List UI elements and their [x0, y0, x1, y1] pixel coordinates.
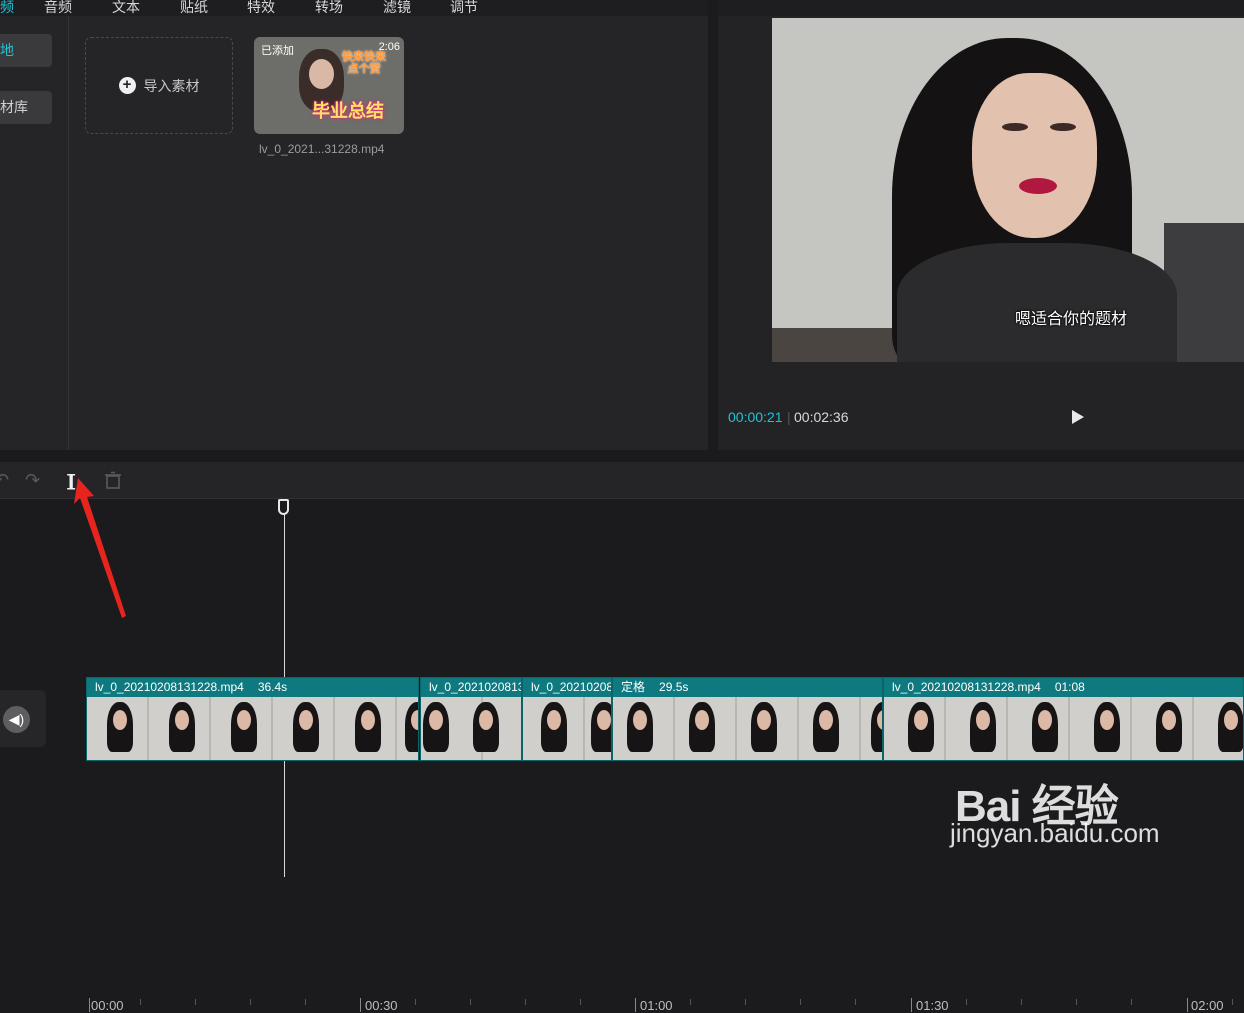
speaker-icon[interactable]: ◀)	[3, 706, 30, 733]
tab-stickers[interactable]: 贴纸	[180, 0, 208, 17]
tab-effects[interactable]: 特效	[247, 0, 275, 17]
ruler-label: 00:00	[91, 998, 124, 1013]
timeline-clip[interactable]: lv_0_2021020813	[420, 677, 522, 761]
clip-frames	[523, 697, 611, 760]
thumbnail-caption-title: 毕业总结	[312, 101, 384, 121]
tab-transitions[interactable]: 转场	[315, 0, 343, 17]
ruler-label: 00:30	[365, 998, 398, 1013]
clip-duration: 36.4s	[257, 680, 288, 694]
import-label: 导入素材	[143, 77, 200, 94]
clip-name: 定格	[621, 680, 646, 694]
player-header	[718, 0, 1244, 17]
tab-video[interactable]: 频	[0, 0, 14, 17]
person-face	[972, 73, 1097, 238]
sidebar-item-library[interactable]: 材库	[0, 91, 52, 124]
clip-frames	[87, 697, 418, 760]
redo-icon[interactable]: ↷	[25, 470, 40, 491]
timeline-toolbar	[0, 462, 1244, 499]
clip-name: lv_0_20210208	[531, 680, 612, 694]
media-file-name: lv_0_2021...31228.mp4	[259, 142, 385, 156]
clip-name: lv_0_20210208131228.mp4	[892, 680, 1041, 694]
plus-icon: +	[118, 77, 136, 94]
added-badge: 已添加	[261, 45, 294, 57]
tab-adjust[interactable]: 调节	[450, 0, 478, 17]
clip-frames	[613, 697, 882, 760]
clip-duration: 29.5s	[659, 680, 689, 694]
undo-icon[interactable]: ↶	[0, 470, 9, 491]
thumbnail-duration: 2:06	[378, 41, 400, 53]
clip-duration: 01:08	[1054, 680, 1085, 694]
play-icon[interactable]	[1072, 410, 1084, 424]
timeline-ruler[interactable]: 00:00 00:30 01:00 01:30 02:00	[0, 498, 1244, 1013]
timeline-clip[interactable]: 定格 29.5s	[612, 677, 883, 761]
person-body	[897, 243, 1177, 362]
watermark-url: jingyan.baidu.com	[950, 818, 1160, 848]
clip-frames	[884, 697, 1243, 760]
media-sidebar: 地 材库	[0, 16, 69, 450]
current-time: 00:00:21	[728, 409, 783, 425]
clip-name: lv_0_2021020813	[429, 680, 522, 694]
sidebar-item-local[interactable]: 地	[0, 34, 52, 67]
thumbnail-caption-top: 快来快来 点个赞	[342, 51, 386, 75]
timeline-clip[interactable]: lv_0_20210208	[522, 677, 612, 761]
ruler-label: 02:00	[1191, 998, 1224, 1013]
video-subtitle: 嗯适合你的题材	[1015, 311, 1128, 328]
tab-audio[interactable]: 音频	[44, 0, 72, 17]
timeline-clip[interactable]: lv_0_20210208131228.mp4 36.4s	[86, 677, 419, 761]
import-media-button[interactable]: + 导入素材	[85, 37, 233, 134]
annotation-arrow	[74, 478, 126, 618]
ruler-label: 01:30	[916, 998, 949, 1013]
tab-text[interactable]: 文本	[112, 0, 140, 17]
clip-name: lv_0_20210208131228.mp4	[95, 680, 244, 694]
time-separator: |	[787, 409, 791, 425]
total-time: 00:02:36	[794, 409, 849, 425]
timeline-clip[interactable]: lv_0_20210208131228.mp4 01:08	[883, 677, 1244, 761]
tab-filters[interactable]: 滤镜	[383, 0, 411, 17]
ruler-label: 01:00	[640, 998, 673, 1013]
media-tab-bar: 频 音频 文本 贴纸 特效 转场 滤镜 调节	[0, 0, 708, 16]
playhead-handle[interactable]	[278, 499, 289, 515]
clip-frames	[421, 697, 521, 760]
media-thumbnail[interactable]: 快来快来 点个赞 毕业总结 已添加 2:06	[254, 37, 404, 134]
video-preview[interactable]: 嗯适合你的题材	[772, 18, 1244, 362]
